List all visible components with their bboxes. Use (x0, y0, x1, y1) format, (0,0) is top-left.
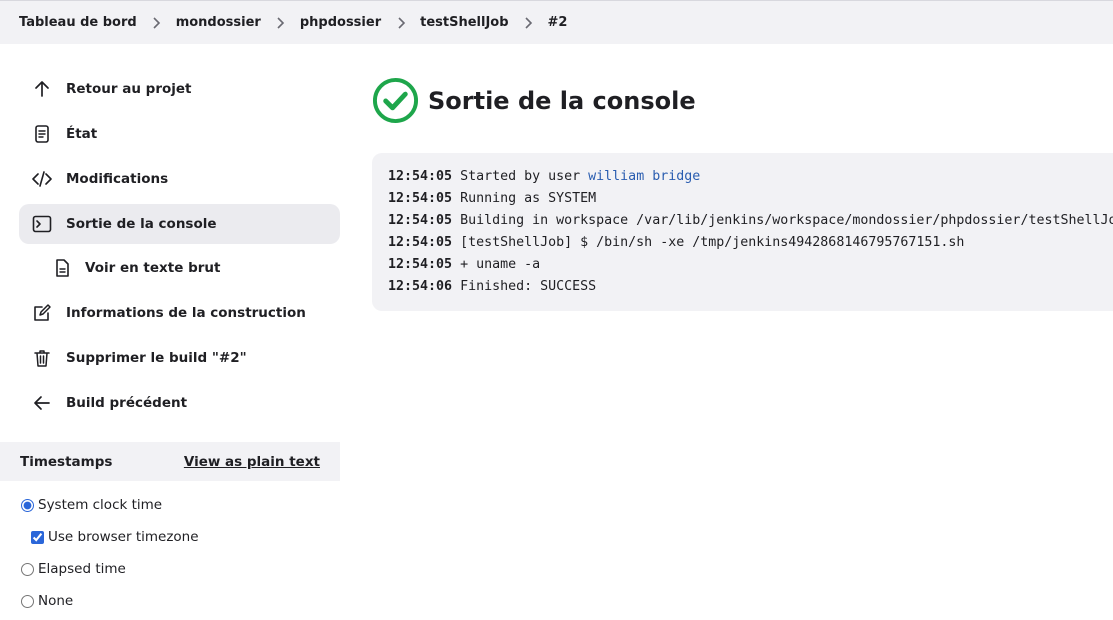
user-link[interactable]: william bridge (588, 169, 700, 184)
breadcrumb-build-number[interactable]: #2 (548, 15, 568, 30)
none-radio[interactable] (21, 594, 34, 608)
console-text: Finished: SUCCESS (460, 279, 597, 294)
console-text: [testShellJob] $ /bin/sh -xe /tmp/jenkin… (460, 235, 965, 250)
breadcrumb-dashboard[interactable]: Tableau de bord (19, 15, 137, 30)
sidebar-item-label: Modifications (66, 171, 169, 187)
console-line: 12:54:05 Running as SYSTEM (388, 188, 1113, 210)
breadcrumb-mondossier[interactable]: mondossier (176, 15, 261, 30)
console-output: 12:54:05 Started by user william bridge … (372, 153, 1113, 311)
option-none[interactable]: None (21, 593, 73, 609)
elapsed-time-radio[interactable] (21, 562, 34, 576)
sidebar-item-label: État (66, 126, 98, 142)
trash-icon (34, 350, 50, 367)
console-text: + uname -a (460, 257, 541, 272)
option-label: Use browser timezone (48, 529, 199, 545)
console-timestamp: 12:54:05 (388, 169, 453, 184)
code-icon (32, 171, 52, 187)
console-line: 12:54:06 Finished: SUCCESS (388, 276, 1113, 298)
console-text: Running as SYSTEM (460, 191, 597, 206)
sidebar-item-label: Supprimer le build "#2" (66, 350, 247, 366)
sidebar-item-label: Build précédent (66, 395, 188, 411)
console-timestamp: 12:54:05 (388, 213, 453, 228)
timestamps-title: Timestamps (20, 453, 113, 470)
chevron-right-icon (509, 16, 548, 30)
page-title: Sortie de la console (428, 86, 696, 115)
sidebar-item-view-plain-text[interactable]: Voir en texte brut (19, 248, 340, 288)
console-line: 12:54:05 Started by user william bridge (388, 166, 1113, 188)
console-timestamp: 12:54:05 (388, 257, 453, 272)
console-line: 12:54:05 [testShellJob] $ /bin/sh -xe /t… (388, 232, 1113, 254)
sidebar-item-status[interactable]: État (19, 114, 340, 154)
timestamps-header: Timestamps View as plain text (0, 442, 340, 481)
sidebar-item-back-to-project[interactable]: Retour au projet (19, 69, 340, 109)
document-icon (35, 125, 49, 143)
console-timestamp: 12:54:05 (388, 191, 453, 206)
sidebar-item-changes[interactable]: Modifications (19, 159, 340, 199)
sidebar-item-previous-build[interactable]: Build précédent (19, 383, 340, 423)
console-line: 12:54:05 Building in workspace /var/lib/… (388, 210, 1113, 232)
option-system-clock[interactable]: System clock time (21, 497, 162, 513)
option-elapsed-time[interactable]: Elapsed time (21, 561, 126, 577)
option-browser-timezone[interactable]: Use browser timezone (31, 529, 199, 545)
system-clock-radio[interactable] (21, 498, 34, 512)
arrow-up-icon (35, 81, 49, 97)
page-header: Sortie de la console (372, 77, 696, 124)
sidebar-item-delete-build[interactable]: Supprimer le build "#2" (19, 338, 340, 378)
console-line: 12:54:05 + uname -a (388, 254, 1113, 276)
view-as-plain-text-link[interactable]: View as plain text (184, 454, 320, 470)
option-label: None (38, 593, 74, 609)
console-timestamp: 12:54:05 (388, 235, 453, 250)
sidebar-item-label: Voir en texte brut (85, 260, 221, 276)
console-text: Building in workspace /var/lib/jenkins/w… (460, 213, 1113, 228)
file-text-icon (56, 259, 69, 277)
sidebar-item-console-output[interactable]: Sortie de la console (19, 204, 340, 244)
arrow-left-icon (34, 396, 50, 410)
chevron-right-icon (261, 16, 300, 30)
sidebar-item-label: Sortie de la console (66, 216, 217, 232)
browser-timezone-checkbox[interactable] (31, 530, 44, 544)
sidebar-item-build-info[interactable]: Informations de la construction (19, 293, 340, 333)
success-check-icon (372, 77, 419, 124)
edit-icon (34, 304, 51, 321)
console-text: Started by user (460, 169, 589, 184)
chevron-right-icon (137, 16, 176, 30)
option-label: System clock time (38, 497, 163, 513)
chevron-right-icon (381, 16, 420, 30)
breadcrumb: Tableau de bord mondossier phpdossier te… (0, 0, 1113, 44)
breadcrumb-testshelljob[interactable]: testShellJob (420, 15, 508, 30)
sidebar-item-label: Informations de la construction (66, 305, 306, 321)
option-label: Elapsed time (38, 561, 126, 577)
sidebar-item-label: Retour au projet (66, 81, 192, 97)
breadcrumb-phpdossier[interactable]: phpdossier (300, 15, 381, 30)
terminal-icon (32, 215, 52, 233)
console-timestamp: 12:54:06 (388, 279, 453, 294)
